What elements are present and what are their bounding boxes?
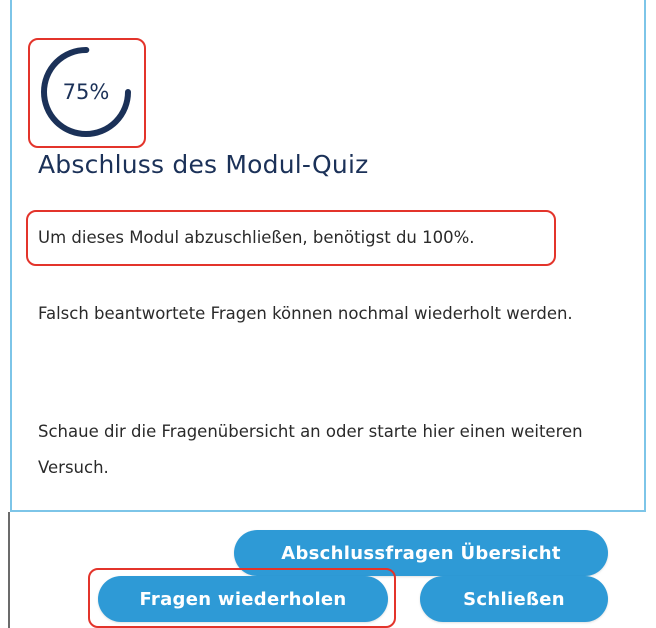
- overview-button[interactable]: Abschlussfragen Übersicht: [234, 530, 608, 576]
- retry-button[interactable]: Fragen wiederholen: [98, 576, 388, 622]
- retry-info-text: Falsch beantwortete Fragen können nochma…: [38, 304, 573, 323]
- divider: [8, 512, 10, 628]
- page-title: Abschluss des Modul-Quiz: [38, 150, 369, 179]
- close-button[interactable]: Schließen: [420, 576, 608, 622]
- requirement-text: Um dieses Modul abzuschließen, benötigst…: [38, 228, 475, 247]
- overview-info-text: Schaue dir die Fragenübersicht an oder s…: [38, 422, 583, 477]
- progress-percent: 75%: [62, 80, 110, 104]
